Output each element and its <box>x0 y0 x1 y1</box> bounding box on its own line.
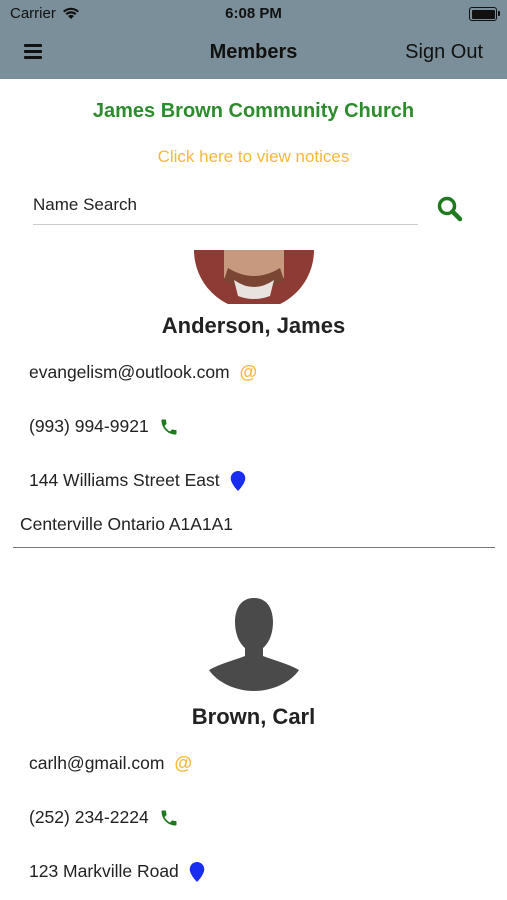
top-bar: Carrier 6:08 PM Members Sign Out <box>0 0 507 79</box>
status-bar: Carrier 6:08 PM <box>0 0 507 28</box>
address-line1: 144 Williams Street East <box>29 470 220 490</box>
member-divider <box>13 547 495 548</box>
location-pin-icon[interactable] <box>230 470 246 491</box>
address-line2: Centerville Ontario A1A1A1 <box>20 514 234 534</box>
phone-text: (252) 234-2224 <box>29 807 149 827</box>
church-name: James Brown Community Church <box>92 100 415 122</box>
member-name: Anderson, James <box>161 313 346 338</box>
phone-icon[interactable] <box>159 417 179 437</box>
view-notices-link[interactable]: Click here to view notices <box>0 147 507 167</box>
phone-icon[interactable] <box>159 808 179 828</box>
default-avatar-icon <box>209 598 299 691</box>
sign-out-button[interactable]: Sign Out <box>405 41 483 64</box>
battery-icon <box>469 7 500 21</box>
navigation-bar: Members Sign Out <box>0 36 507 70</box>
member-address[interactable]: 123 Markville Road <box>29 861 205 882</box>
location-pin-icon[interactable] <box>189 861 205 882</box>
member-email[interactable]: carlh@gmail.com @ <box>29 753 192 774</box>
clock: 6:08 PM <box>225 5 282 22</box>
address-line1: 123 Markville Road <box>29 861 179 881</box>
email-text: evangelism@outlook.com <box>29 362 230 382</box>
phone-text: (993) 994-9921 <box>29 416 149 436</box>
search-icon[interactable] <box>436 195 464 223</box>
member-photo <box>194 250 314 304</box>
member-phone[interactable]: (252) 234-2224 <box>29 807 179 828</box>
member-phone[interactable]: (993) 994-9921 <box>29 416 179 437</box>
battery-level <box>471 9 495 19</box>
name-search-input[interactable] <box>33 186 418 225</box>
email-text: carlh@gmail.com <box>29 753 165 773</box>
member-email[interactable]: evangelism@outlook.com @ <box>29 362 257 383</box>
email-icon[interactable]: @ <box>174 753 192 774</box>
email-icon[interactable]: @ <box>240 362 258 383</box>
member-address[interactable]: 144 Williams Street East <box>29 470 246 491</box>
member-name: Brown, Carl <box>191 704 316 729</box>
